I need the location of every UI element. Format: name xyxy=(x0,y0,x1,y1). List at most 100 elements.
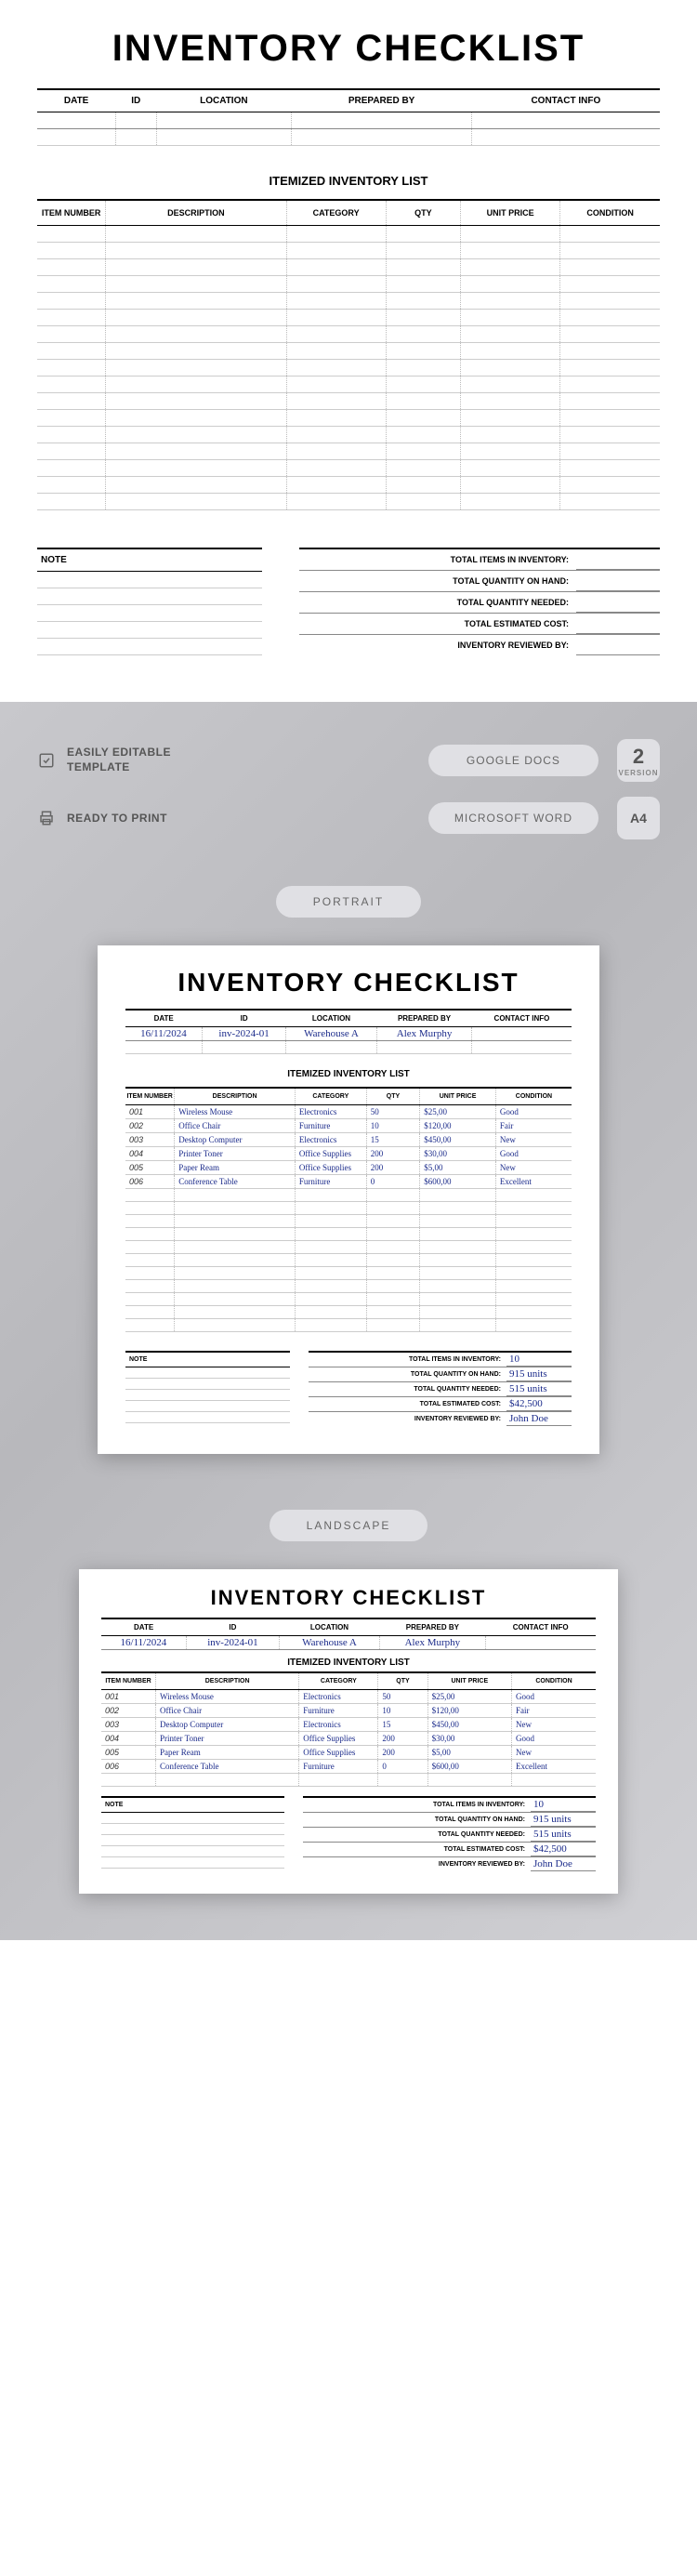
meta-header: ID xyxy=(115,89,156,112)
total-label: TOTAL ESTIMATED COST: xyxy=(303,1843,531,1856)
versions-number: 2 xyxy=(618,745,658,769)
feature-editable: EASILY EDITABLE TEMPLATE xyxy=(37,746,410,774)
table-row: 005Paper ReamOffice Supplies200$5,00New xyxy=(125,1161,572,1175)
total-label: TOTAL QUANTITY NEEDED: xyxy=(309,1382,506,1396)
total-label: TOTAL ITEMS IN INVENTORY: xyxy=(303,1798,531,1812)
meta-val xyxy=(472,1027,572,1041)
total-label: INVENTORY REVIEWED BY: xyxy=(309,1412,506,1426)
table-row: 003Desktop ComputerElectronics15$450,00N… xyxy=(125,1133,572,1147)
total-label: TOTAL QUANTITY NEEDED: xyxy=(303,1828,531,1842)
table-row: 006Conference TableFurniture0$600,00Exce… xyxy=(125,1175,572,1189)
features-section: EASILY EDITABLE TEMPLATE GOOGLE DOCS 2 V… xyxy=(0,702,697,1940)
meta-header: ID xyxy=(186,1618,279,1636)
feature-print: READY TO PRINT xyxy=(37,809,410,827)
item-header: CONDITION xyxy=(560,200,660,226)
total-val: 10 xyxy=(531,1798,596,1812)
note-label: NOTE xyxy=(125,1351,290,1367)
total-label: TOTAL QUANTITY ON HAND: xyxy=(309,1367,506,1381)
item-header: ITEM NUMBER xyxy=(101,1672,156,1690)
total-val: 515 units xyxy=(506,1382,572,1396)
items-table-portrait: ITEM NUMBER DESCRIPTION CATEGORY QTY UNI… xyxy=(125,1087,572,1332)
template-blank: INVENTORY CHECKLIST DATE ID LOCATION PRE… xyxy=(0,0,697,702)
total-label: TOTAL QUANTITY NEEDED: xyxy=(299,592,576,613)
total-val: John Doe xyxy=(531,1857,596,1871)
meta-val: inv-2024-01 xyxy=(186,1636,279,1650)
item-header: DESCRIPTION xyxy=(106,200,286,226)
item-header: DESCRIPTION xyxy=(175,1088,296,1105)
badge-gdocs: GOOGLE DOCS xyxy=(428,745,598,776)
total-label: TOTAL ITEMS IN INVENTORY: xyxy=(309,1353,506,1367)
item-header: UNIT PRICE xyxy=(420,1088,496,1105)
meta-header: LOCATION xyxy=(286,1010,376,1027)
items-table-landscape: ITEM NUMBER DESCRIPTION CATEGORY QTY UNI… xyxy=(101,1671,596,1787)
pencil-icon xyxy=(37,751,56,770)
meta-val xyxy=(485,1636,596,1650)
item-header: ITEM NUMBER xyxy=(37,200,106,226)
section-title: ITEMIZED INVENTORY LIST xyxy=(37,174,660,188)
table-row: 002Office ChairFurniture10$120,00Fair xyxy=(101,1704,596,1718)
preview-portrait: INVENTORY CHECKLIST DATE ID LOCATION PRE… xyxy=(98,945,599,1454)
feature-label: READY TO PRINT xyxy=(67,812,167,825)
item-header: QTY xyxy=(366,1088,420,1105)
table-row: 003Desktop ComputerElectronics15$450,00N… xyxy=(101,1718,596,1732)
total-val: 915 units xyxy=(531,1813,596,1827)
total-val: 10 xyxy=(506,1353,572,1367)
meta-header: CONTACT INFO xyxy=(472,89,660,112)
note-label: NOTE xyxy=(101,1796,284,1813)
total-label: TOTAL ESTIMATED COST: xyxy=(309,1397,506,1411)
item-header: CATEGORY xyxy=(295,1088,366,1105)
meta-header: CONTACT INFO xyxy=(472,1010,572,1027)
meta-header: LOCATION xyxy=(280,1618,380,1636)
note-column: NOTE xyxy=(37,548,262,655)
meta-val: 16/11/2024 xyxy=(125,1027,202,1041)
total-label: TOTAL QUANTITY ON HAND: xyxy=(299,571,576,591)
badge-versions: 2 VERSION xyxy=(617,739,660,782)
total-label: INVENTORY REVIEWED BY: xyxy=(303,1857,531,1871)
meta-header: LOCATION xyxy=(156,89,291,112)
printer-icon xyxy=(37,809,56,827)
meta-header: PREPARED BY xyxy=(379,1618,485,1636)
total-label: TOTAL QUANTITY ON HAND: xyxy=(303,1813,531,1827)
table-row: 004Printer TonerOffice Supplies200$30,00… xyxy=(125,1147,572,1161)
meta-header: DATE xyxy=(101,1618,186,1636)
badge-a4: A4 xyxy=(617,797,660,839)
meta-val: inv-2024-01 xyxy=(202,1027,286,1041)
meta-val: Warehouse A xyxy=(280,1636,380,1650)
versions-sub: VERSION xyxy=(618,769,658,777)
meta-header: PREPARED BY xyxy=(292,89,472,112)
items-table-blank: ITEM NUMBER DESCRIPTION CATEGORY QTY UNI… xyxy=(37,199,660,510)
table-row: 002Office ChairFurniture10$120,00Fair xyxy=(125,1119,572,1133)
meta-header: CONTACT INFO xyxy=(485,1618,596,1636)
meta-table: DATE ID LOCATION PREPARED BY CONTACT INF… xyxy=(37,88,660,146)
item-header: DESCRIPTION xyxy=(156,1672,299,1690)
bottom-row: NOTE TOTAL ITEMS IN INVENTORY: TOTAL QUA… xyxy=(37,548,660,655)
total-val: $42,500 xyxy=(531,1843,596,1856)
preview-landscape: INVENTORY CHECKLIST DATE ID LOCATION PRE… xyxy=(79,1569,618,1894)
item-header: CONDITION xyxy=(512,1672,596,1690)
item-header: CATEGORY xyxy=(299,1672,378,1690)
section-title: ITEMIZED INVENTORY LIST xyxy=(101,1658,596,1668)
meta-val: Alex Murphy xyxy=(379,1636,485,1650)
totals-column: TOTAL ITEMS IN INVENTORY: TOTAL QUANTITY… xyxy=(299,548,660,655)
total-label: TOTAL ITEMS IN INVENTORY: xyxy=(299,549,576,570)
item-header: QTY xyxy=(378,1672,427,1690)
meta-val: 16/11/2024 xyxy=(101,1636,186,1650)
meta-header: DATE xyxy=(37,89,115,112)
meta-header: ID xyxy=(202,1010,286,1027)
badge-word: MICROSOFT WORD xyxy=(428,802,598,834)
feature-label: EASILY EDITABLE TEMPLATE xyxy=(67,746,197,774)
section-title: ITEMIZED INVENTORY LIST xyxy=(125,1069,572,1079)
meta-header: DATE xyxy=(125,1010,202,1027)
total-val: 515 units xyxy=(531,1828,596,1842)
total-val: John Doe xyxy=(506,1412,572,1426)
orientation-portrait: PORTRAIT xyxy=(276,886,421,918)
total-val: 915 units xyxy=(506,1367,572,1381)
item-header: CATEGORY xyxy=(286,200,386,226)
table-row: 001Wireless MouseElectronics50$25,00Good xyxy=(125,1105,572,1119)
total-label: TOTAL ESTIMATED COST: xyxy=(299,614,576,634)
item-header: UNIT PRICE xyxy=(427,1672,511,1690)
meta-val: Alex Murphy xyxy=(376,1027,472,1041)
table-row: 005Paper ReamOffice Supplies200$5,00New xyxy=(101,1746,596,1760)
item-header: CONDITION xyxy=(495,1088,572,1105)
item-header: QTY xyxy=(386,200,460,226)
